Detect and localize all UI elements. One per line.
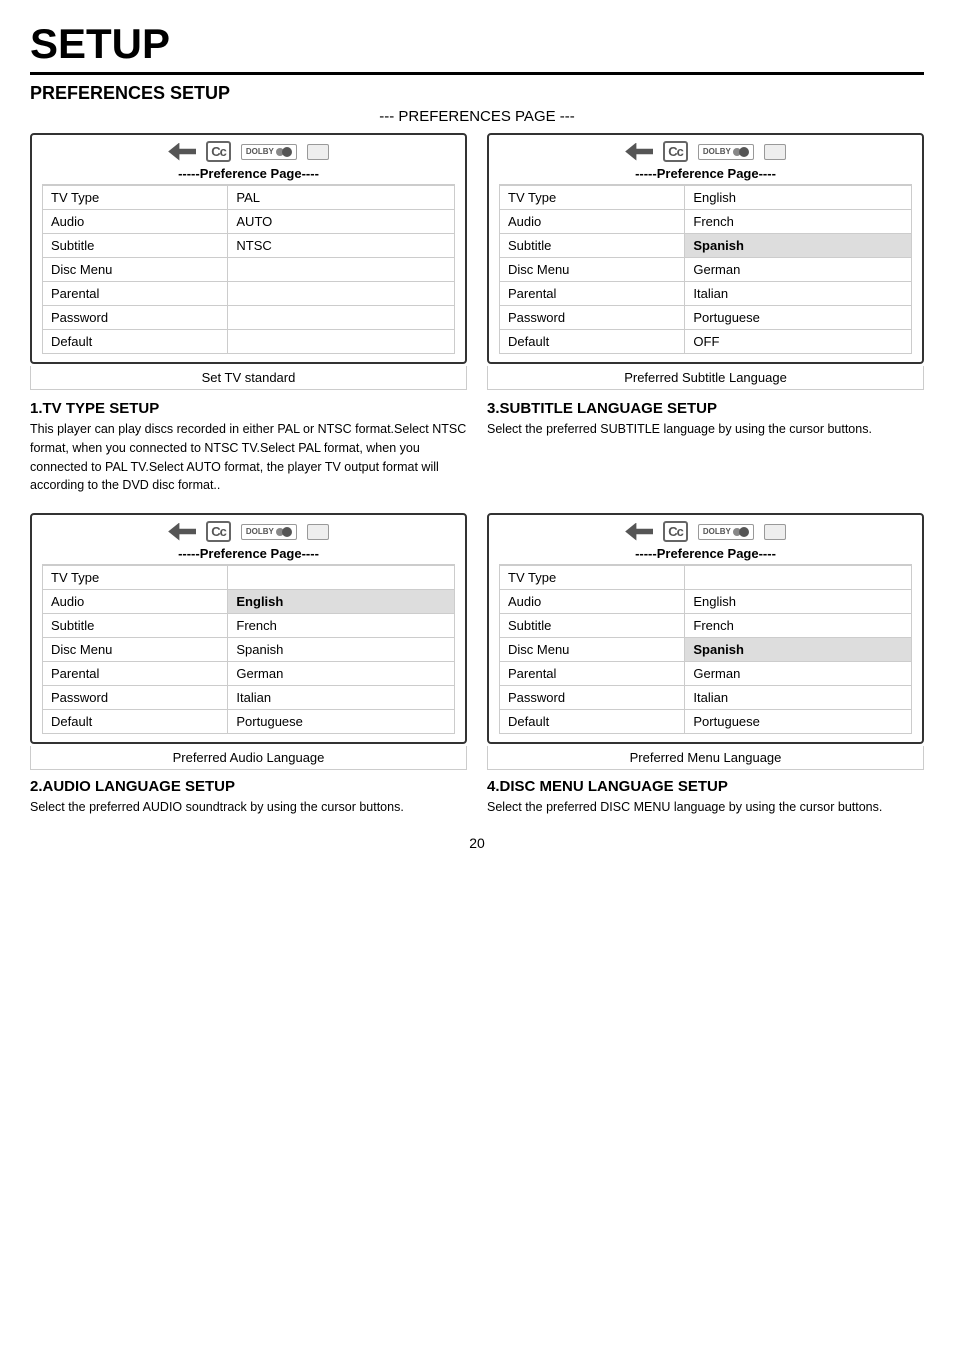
arrow-icon: [168, 143, 196, 161]
cc-icon-3: Cc: [206, 521, 231, 542]
section2-body: Select the preferred AUDIO soundtrack by…: [30, 798, 467, 817]
tv-box-3: Cc DOLBY -----Preference Page---- TV Typ…: [30, 513, 467, 744]
table-row: SubtitleFrench: [43, 614, 455, 638]
dolby-icon-3: DOLBY: [241, 524, 297, 540]
table-row: Disc MenuSpanish: [500, 638, 912, 662]
section-1: 1.TV TYPE SETUP This player can play dis…: [30, 400, 467, 495]
table-row: AudioAUTO: [43, 210, 455, 234]
section4-body: Select the preferred DISC MENU language …: [487, 798, 924, 817]
section3-title: 3.SUBTITLE LANGUAGE SETUP: [487, 400, 924, 417]
box3-footer: Preferred Audio Language: [30, 746, 467, 770]
box2-container: Cc DOLBY -----Preference Page---- TV Typ…: [487, 133, 924, 390]
dolby-icon-2: DOLBY: [698, 144, 754, 160]
table-row: ParentalGerman: [500, 662, 912, 686]
table-row: DefaultOFF: [500, 330, 912, 354]
section2-title: 2.AUDIO LANGUAGE SETUP: [30, 778, 467, 795]
dolby-text: DOLBY: [246, 147, 274, 156]
small-icon-box: [307, 144, 329, 160]
small-icon-box-2: [764, 144, 786, 160]
table-row: DefaultPortuguese: [43, 710, 455, 734]
table-row: TV TypeEnglish: [500, 186, 912, 210]
table-row: PasswordPortuguese: [500, 306, 912, 330]
small-icon-box-4: [764, 524, 786, 540]
pref-page-header-3: -----Preference Page----: [42, 546, 455, 565]
arrow-icon-3: [168, 523, 196, 541]
section3-body: Select the preferred SUBTITLE language b…: [487, 420, 924, 439]
tv-icons-4: Cc DOLBY: [499, 521, 912, 542]
pref-table-1: TV TypePAL AudioAUTO SubtitleNTSC Disc M…: [42, 185, 455, 354]
table-row: AudioEnglish: [43, 590, 455, 614]
table-row: TV Type: [500, 566, 912, 590]
table-row: TV Type: [43, 566, 455, 590]
section-3: 3.SUBTITLE LANGUAGE SETUP Select the pre…: [487, 400, 924, 495]
cc-icon-4: Cc: [663, 521, 688, 542]
box1-footer: Set TV standard: [30, 366, 467, 390]
table-row: SubtitleSpanish: [500, 234, 912, 258]
table-row: AudioFrench: [500, 210, 912, 234]
section4-title: 4.DISC MENU LANGUAGE SETUP: [487, 778, 924, 795]
dolby-icon-4: DOLBY: [698, 524, 754, 540]
section-4: 4.DISC MENU LANGUAGE SETUP Select the pr…: [487, 778, 924, 817]
table-row: Disc MenuGerman: [500, 258, 912, 282]
section1-title: 1.TV TYPE SETUP: [30, 400, 467, 417]
tv-icons-3: Cc DOLBY: [42, 521, 455, 542]
table-row: PasswordItalian: [43, 686, 455, 710]
table-row: DefaultPortuguese: [500, 710, 912, 734]
table-row: SubtitleNTSC: [43, 234, 455, 258]
pref-table-3: TV Type AudioEnglish SubtitleFrench Disc…: [42, 565, 455, 734]
tv-icons-1: Cc DOLBY: [42, 141, 455, 162]
cc-icon-2: Cc: [663, 141, 688, 162]
table-row: Disc Menu: [43, 258, 455, 282]
section-title: PREFERENCES SETUP: [30, 83, 924, 104]
box4-footer: Preferred Menu Language: [487, 746, 924, 770]
page-title: SETUP: [30, 20, 924, 75]
section1-body: This player can play discs recorded in e…: [30, 420, 467, 495]
box3-container: Cc DOLBY -----Preference Page---- TV Typ…: [30, 513, 467, 825]
table-row: Default: [43, 330, 455, 354]
box4-container: Cc DOLBY -----Preference Page---- TV Typ…: [487, 513, 924, 825]
pref-table-4: TV Type AudioEnglish SubtitleFrench Disc…: [499, 565, 912, 734]
pref-page-header-4: -----Preference Page----: [499, 546, 912, 565]
table-row: ParentalItalian: [500, 282, 912, 306]
table-row: TV TypePAL: [43, 186, 455, 210]
dolby-circles: [276, 147, 292, 157]
page-number: 20: [30, 835, 924, 851]
table-row: AudioEnglish: [500, 590, 912, 614]
box1-container: Cc DOLBY -----Preference Page---- TV Typ…: [30, 133, 467, 390]
tv-box-4: Cc DOLBY -----Preference Page---- TV Typ…: [487, 513, 924, 744]
table-row: SubtitleFrench: [500, 614, 912, 638]
table-row: ParentalGerman: [43, 662, 455, 686]
pref-page-header-2: -----Preference Page----: [499, 166, 912, 185]
tv-icons-2: Cc DOLBY: [499, 141, 912, 162]
arrow-icon-4: [625, 523, 653, 541]
section-2: 2.AUDIO LANGUAGE SETUP Select the prefer…: [30, 778, 467, 817]
tv-box-1: Cc DOLBY -----Preference Page---- TV Typ…: [30, 133, 467, 364]
dolby-icon: DOLBY: [241, 144, 297, 160]
tv-box-2: Cc DOLBY -----Preference Page---- TV Typ…: [487, 133, 924, 364]
table-row: Password: [43, 306, 455, 330]
arrow-icon-2: [625, 143, 653, 161]
cc-icon: Cc: [206, 141, 231, 162]
pref-table-2: TV TypeEnglish AudioFrench SubtitleSpani…: [499, 185, 912, 354]
table-row: PasswordItalian: [500, 686, 912, 710]
table-row: Disc MenuSpanish: [43, 638, 455, 662]
table-row: Parental: [43, 282, 455, 306]
pref-subtitle: --- PREFERENCES PAGE ---: [30, 108, 924, 125]
small-icon-box-3: [307, 524, 329, 540]
pref-page-header-1: -----Preference Page----: [42, 166, 455, 185]
box2-footer: Preferred Subtitle Language: [487, 366, 924, 390]
